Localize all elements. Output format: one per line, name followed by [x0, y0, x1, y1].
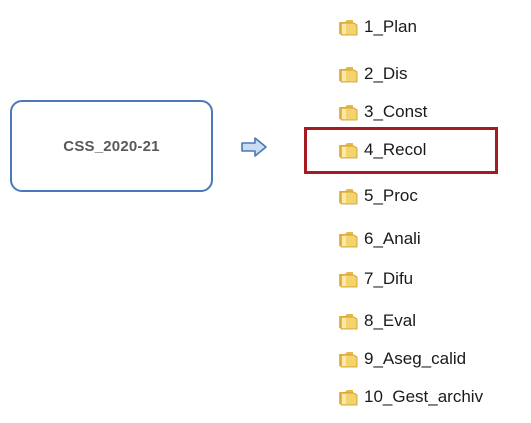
folder-name: 10_Gest_archiv [364, 387, 484, 406]
folder-item-5-proc[interactable]: 5_Proc [338, 183, 418, 209]
arrow-right-icon [241, 137, 267, 157]
folder-icon [338, 103, 358, 121]
folder-item-10-gest-archiv[interactable]: 10_Gest_archiv [338, 384, 483, 410]
diagram-stage: CSS_2020-21 1_Plan 2_Dis 3_Const 4_Recol… [0, 0, 531, 423]
folder-icon [338, 18, 358, 36]
folder-item-2-dis[interactable]: 2_Dis [338, 61, 407, 87]
folder-name: 8_Eval [364, 311, 416, 330]
folder-item-9-aseg-calid[interactable]: 9_Aseg_calid [338, 346, 466, 372]
folder-icon [338, 187, 358, 205]
folder-name: 3_Const [364, 102, 428, 121]
folder-icon [338, 388, 358, 406]
folder-icon [338, 230, 358, 248]
folder-item-1-plan[interactable]: 1_Plan [338, 14, 417, 40]
folder-name: 6_Anali [364, 229, 421, 248]
folder-name: 7_Difu [364, 269, 414, 288]
folder-name: 1_Plan [364, 17, 417, 36]
source-folder-label: CSS_2020-21 [63, 137, 160, 155]
folder-name: 5_Proc [364, 186, 418, 205]
source-folder-box: CSS_2020-21 [10, 100, 213, 192]
folder-icon [338, 350, 358, 368]
folder-item-7-difu[interactable]: 7_Difu [338, 266, 413, 292]
folder-item-6-anali[interactable]: 6_Anali [338, 226, 421, 252]
folder-icon [338, 312, 358, 330]
folder-name: 2_Dis [364, 64, 408, 83]
highlight-box [304, 127, 498, 174]
folder-name: 9_Aseg_calid [364, 349, 467, 368]
folder-list-panel: 1_Plan 2_Dis 3_Const 4_Recol 5_Proc 6_An… [300, 0, 531, 423]
folder-icon [338, 65, 358, 83]
folder-item-8-eval[interactable]: 8_Eval [338, 308, 416, 334]
folder-item-3-const[interactable]: 3_Const [338, 99, 427, 125]
folder-icon [338, 270, 358, 288]
